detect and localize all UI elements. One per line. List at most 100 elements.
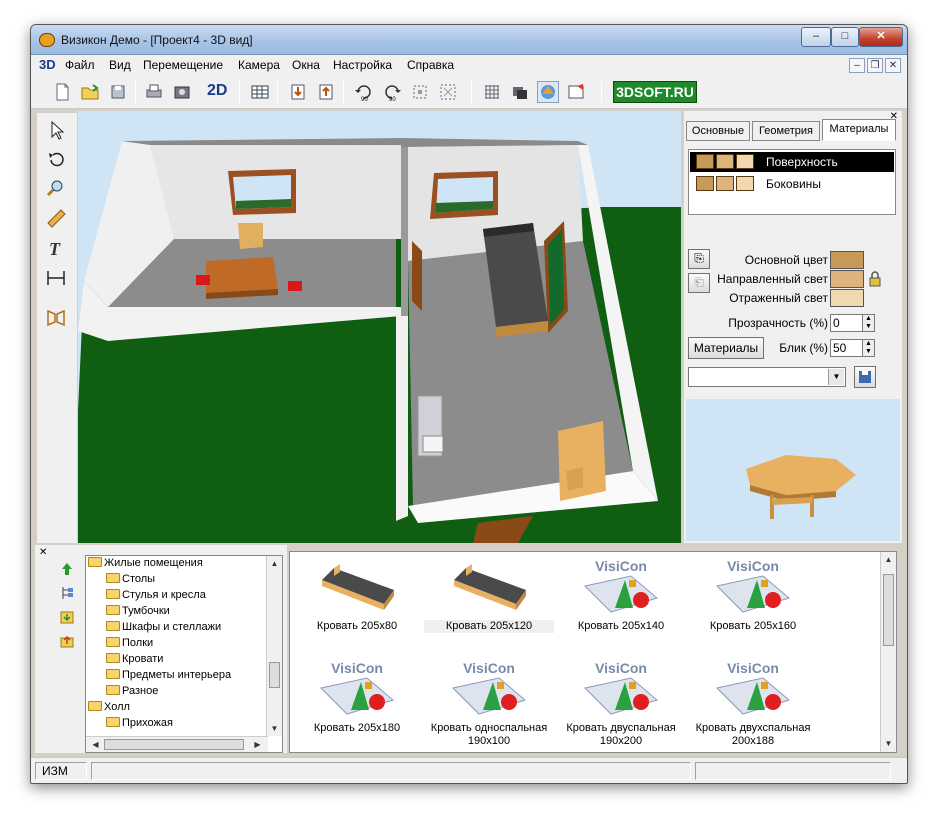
gallery-item[interactable]: VisiCon Кровать 205x140 — [556, 558, 686, 650]
materials-icon[interactable] — [537, 81, 559, 103]
mdi-restore-button[interactable]: ❐ — [867, 58, 883, 73]
gallery-item[interactable]: VisiCon Кровать 205x160 — [688, 558, 818, 650]
tree-item[interactable]: Предметы интерьера — [106, 669, 231, 681]
toolbar-separator — [471, 81, 472, 103]
tree-item[interactable]: Стулья и кресла — [106, 589, 206, 601]
transparency-spinner[interactable]: ▲ ▼ — [862, 314, 875, 332]
tree-horizontal-scrollbar[interactable]: ◀ ▶ — [86, 736, 268, 752]
menu-camera[interactable]: Камера — [238, 58, 280, 72]
menu-help[interactable]: Справка — [407, 58, 454, 72]
reflected-light-swatch[interactable] — [830, 289, 864, 307]
grid-icon[interactable] — [481, 81, 503, 103]
svg-text:90: 90 — [389, 97, 396, 103]
scroll-right-icon[interactable]: ▶ — [250, 737, 265, 752]
zoom-icon[interactable] — [45, 177, 67, 199]
scroll-down-icon[interactable]: ▼ — [267, 721, 282, 736]
gallery-item[interactable]: VisiCon Кровать односпальная 190x100 — [424, 660, 554, 752]
save-library-icon[interactable] — [59, 609, 75, 625]
close-button[interactable]: ✕ — [859, 27, 903, 47]
main-color-label: Основной цвет — [744, 253, 828, 267]
gallery-item[interactable]: VisiCon Кровать двухспальная 200x188 — [688, 660, 818, 752]
tree-vertical-scrollbar[interactable]: ▲ ▼ — [266, 556, 282, 736]
rotate-icon[interactable] — [45, 149, 67, 171]
ruler-icon[interactable] — [45, 207, 67, 229]
tab-geometry[interactable]: Геометрия — [752, 121, 820, 141]
import-icon[interactable] — [287, 81, 309, 103]
library-close-icon[interactable]: ✕ — [39, 547, 47, 558]
select-group-icon[interactable] — [409, 81, 431, 103]
tree-item[interactable]: Прихожая — [106, 717, 173, 729]
material-combo[interactable]: ▼ — [688, 367, 846, 387]
status-bar: ИЗМ — [31, 757, 907, 783]
gloss-spinner[interactable]: ▲ ▼ — [862, 339, 875, 357]
desk — [558, 421, 606, 501]
minimize-button[interactable]: ‒ — [801, 27, 831, 47]
text-icon[interactable]: T — [45, 237, 67, 259]
directed-light-swatch[interactable] — [830, 270, 864, 288]
svg-text:VisiCon: VisiCon — [727, 660, 779, 676]
gallery-vertical-scrollbar[interactable]: ▲ ▼ — [880, 552, 896, 752]
gallery-item[interactable]: VisiCon Кровать 205x180 — [292, 660, 422, 752]
rotate-left-90-icon[interactable]: 90 — [353, 81, 375, 103]
tree-item[interactable]: Полки — [106, 637, 153, 649]
chevron-down-icon[interactable]: ▼ — [828, 369, 844, 385]
ungroup-icon[interactable] — [437, 81, 459, 103]
export-icon[interactable] — [315, 81, 337, 103]
title-bar[interactable]: Визикон Демо - [Проект4 - 3D вид] ‒ □ ✕ — [31, 25, 907, 55]
main-color-swatch[interactable] — [830, 251, 864, 269]
lock-icon[interactable] — [868, 269, 882, 289]
gallery-item[interactable]: Кровать 205x120 — [424, 558, 554, 650]
print-icon[interactable] — [143, 81, 165, 103]
print-preview-icon[interactable] — [171, 81, 193, 103]
tree-item[interactable]: Кровати — [106, 653, 163, 665]
tree-item[interactable]: Шкафы и стеллажи — [106, 621, 221, 633]
mdi-minimize-button[interactable]: – — [849, 58, 865, 73]
tree-item[interactable]: Тумбочки — [106, 605, 170, 617]
gallery-item[interactable]: Кровать 205x80 — [292, 558, 422, 650]
scroll-thumb[interactable] — [883, 574, 894, 646]
tab-basic[interactable]: Основные — [686, 121, 750, 141]
3dsoft-logo[interactable]: 3DSOFT.RU — [613, 81, 697, 103]
scroll-up-icon[interactable]: ▲ — [881, 552, 896, 567]
menu-view[interactable]: Вид — [109, 58, 131, 72]
tree-item[interactable]: Холл — [88, 701, 130, 713]
new-file-icon[interactable] — [51, 81, 73, 103]
tree-item[interactable]: Столы — [106, 573, 155, 585]
scroll-thumb[interactable] — [269, 662, 280, 688]
tab-materials[interactable]: Материалы — [822, 119, 896, 141]
mdi-close-button[interactable]: ✕ — [885, 58, 901, 73]
library-tree[interactable]: Жилые помещения Столы Стулья и кресла Ту… — [85, 555, 283, 753]
save-icon[interactable] — [107, 81, 129, 103]
layers-icon[interactable] — [509, 81, 531, 103]
table-icon[interactable] — [249, 81, 271, 103]
open-folder-icon[interactable] — [79, 81, 101, 103]
scroll-left-icon[interactable]: ◀ — [88, 737, 103, 752]
menu-windows[interactable]: Окна — [292, 58, 320, 72]
arrow-up-icon[interactable] — [59, 561, 75, 577]
scroll-down-icon[interactable]: ▼ — [881, 736, 896, 751]
tree-item[interactable]: Жилые помещения — [88, 557, 203, 569]
menu-settings[interactable]: Настройка — [333, 58, 392, 72]
menu-file[interactable]: Файл — [65, 58, 95, 72]
menu-app-logo[interactable]: 3D — [39, 57, 56, 72]
3d-viewport[interactable] — [78, 111, 681, 543]
folder-icon — [106, 605, 120, 615]
pointer-icon[interactable] — [45, 119, 67, 141]
dimension-icon[interactable] — [45, 267, 67, 289]
material-item[interactable]: Боковины — [690, 174, 894, 194]
2d-view-button[interactable]: 2D — [207, 82, 227, 100]
save-material-icon[interactable] — [854, 366, 876, 388]
tree-structure-icon[interactable] — [59, 585, 75, 601]
open-library-icon[interactable] — [59, 633, 75, 649]
material-item[interactable]: Поверхность — [690, 152, 894, 172]
door-icon[interactable] — [45, 307, 67, 329]
scroll-thumb[interactable] — [104, 739, 244, 750]
material-preview — [686, 399, 900, 541]
gallery-item[interactable]: VisiCon Кровать двуспальная 190x200 — [556, 660, 686, 752]
menu-move[interactable]: Перемещение — [143, 58, 223, 72]
rotate-right-90-icon[interactable]: 90 — [381, 81, 403, 103]
tree-item[interactable]: Разное — [106, 685, 158, 697]
properties-icon[interactable] — [565, 81, 587, 103]
maximize-button[interactable]: □ — [831, 27, 859, 47]
scroll-up-icon[interactable]: ▲ — [267, 556, 282, 571]
